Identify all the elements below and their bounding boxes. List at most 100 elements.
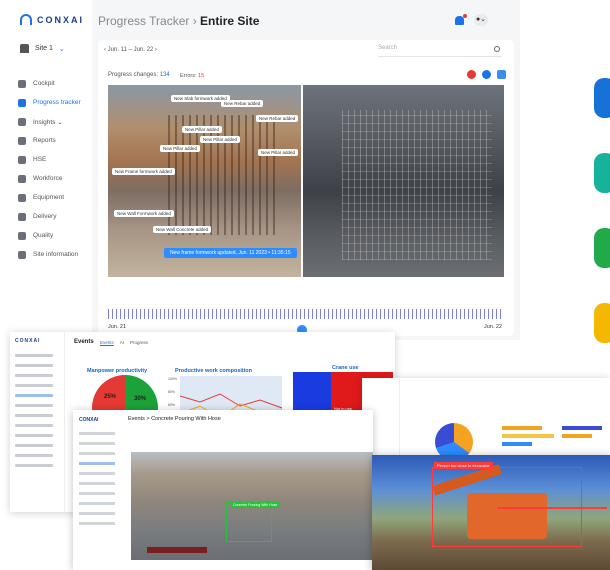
date-range-picker[interactable]: ‹ Jun. 11 – Jun. 22 › (104, 47, 157, 53)
manpower-chart-title: Manpower productivity (87, 368, 148, 374)
events-sidebar: CONXAI (10, 332, 65, 512)
sidebar-item[interactable] (15, 464, 53, 467)
sidebar-item[interactable] (79, 432, 115, 435)
tab-ai[interactable]: AI (120, 340, 124, 345)
marketing-collage: CONXAI Site 1 ⌄ Cockpit Progress tracker… (0, 0, 610, 570)
breadcrumb-section[interactable]: Progress Tracker (98, 14, 189, 28)
change-timeline[interactable] (108, 309, 504, 319)
errors-label: Errors: (180, 73, 197, 79)
user-menu-icon[interactable]: ●⌄ (474, 14, 488, 26)
sidebar-item-label: Cockpit (33, 80, 55, 87)
change-tag[interactable]: New Rebar added (221, 100, 264, 107)
change-tag[interactable]: New Wall Formwork added (114, 210, 174, 217)
sidebar-item[interactable] (15, 444, 53, 447)
sidebar-item[interactable] (79, 502, 115, 505)
sidebar-item[interactable] (15, 424, 53, 427)
workforce-icon (18, 174, 26, 183)
sidebar-item[interactable] (79, 522, 115, 525)
analytics-bar (502, 442, 532, 446)
progress-changes-label: Progress changes: (108, 72, 159, 78)
progress-changes-value: 134 (159, 72, 170, 78)
sidebar-item[interactable] (15, 374, 53, 377)
sidebar-item[interactable] (15, 354, 53, 357)
decorative-chip-teal (594, 153, 610, 193)
sidebar-item-quality[interactable]: Quality (18, 226, 92, 245)
change-tag[interactable]: New Rebar added (256, 115, 299, 122)
detection-label: Concrete Pouring With Hose (231, 502, 280, 508)
sidebar-item[interactable] (15, 384, 53, 387)
sidebar-nav: Cockpit Progress tracker Insights ⌄ Repo… (18, 74, 92, 264)
change-tag[interactable]: New Pillar added (182, 126, 223, 133)
excavator-safety-window: Person too close to excavator (372, 455, 610, 570)
sidebar-item-cockpit[interactable]: Cockpit (18, 74, 92, 93)
sidebar-item-site-information[interactable]: Site information (18, 245, 92, 264)
sidebar-item[interactable] (79, 442, 115, 445)
sidebar-item-hse[interactable]: HSE (18, 150, 92, 169)
change-tag[interactable]: New Pillar added (160, 145, 201, 152)
decorative-chip-yellow (594, 303, 610, 343)
series-line-red (180, 393, 282, 409)
pour-logo: CONXAI (79, 417, 99, 423)
sidebar-item[interactable] (79, 482, 115, 485)
events-logo: CONXAI (15, 338, 41, 344)
expand-icon[interactable] (497, 70, 506, 79)
sidebar-item[interactable] (15, 454, 53, 457)
notification-bell-icon[interactable] (455, 13, 467, 25)
y-tick-label: 100% (168, 377, 177, 381)
sidebar-item[interactable] (79, 472, 115, 475)
sidebar-item[interactable] (79, 492, 115, 495)
sidebar-item[interactable] (79, 512, 115, 515)
sidebar-item-workforce[interactable]: Workforce (18, 169, 92, 188)
comparison-slider-handle[interactable] (301, 85, 303, 277)
equipment-icon (18, 193, 26, 202)
sidebar-item[interactable] (79, 462, 115, 465)
decorative-chip-green (594, 228, 610, 268)
y-tick-label: 60% (168, 403, 176, 407)
change-tag[interactable]: New Pillar added (200, 136, 241, 143)
view-tools (467, 70, 506, 79)
tab-events[interactable]: Events (100, 340, 114, 345)
sidebar-item[interactable] (15, 364, 53, 367)
site-selector[interactable]: Site 1 ⌄ (20, 44, 65, 53)
errors-stat: Errors: 15 (180, 73, 204, 79)
delivery-icon (18, 212, 26, 221)
analytics-bar (502, 426, 542, 430)
sidebar-item-delivery[interactable]: Delivery (18, 207, 92, 226)
sidebar-item-reports[interactable]: Reports (18, 131, 92, 150)
sidebar-item[interactable] (79, 452, 115, 455)
change-tag[interactable]: New Frame formwork added (112, 168, 175, 175)
breadcrumb-separator: › (192, 14, 197, 28)
sidebar-item[interactable] (15, 414, 53, 417)
sidebar-item-label: HSE (33, 156, 47, 163)
scaffold-texture (342, 110, 492, 260)
site-label: Site 1 (35, 45, 53, 52)
sidebar-item-insights[interactable]: Insights ⌄ (18, 112, 92, 131)
sidebar-item-label: Delivery (33, 213, 57, 220)
sidebar-item-label: Insights ⌄ (33, 118, 63, 126)
errors-value: 15 (198, 73, 205, 79)
sidebar-item-label: Workforce (33, 175, 63, 182)
progress-tracker-window: CONXAI Site 1 ⌄ Cockpit Progress tracker… (0, 0, 520, 340)
camera-image-after (302, 85, 504, 277)
y-tick-label: 80% (168, 390, 176, 394)
pie-label-red: 25% (104, 394, 117, 400)
tab-progress[interactable]: Progress (130, 340, 148, 345)
pour-event-title: Events > Concrete Pouring With Hose (128, 416, 221, 422)
change-tag[interactable]: New Wall Concrete added (153, 226, 212, 233)
sidebar-item[interactable] (15, 394, 53, 397)
filter-icon[interactable] (482, 70, 491, 79)
search-input[interactable]: Search (378, 45, 502, 57)
sidebar: CONXAI Site 1 ⌄ Cockpit Progress tracker… (0, 0, 92, 340)
sidebar-item-equipment[interactable]: Equipment (18, 188, 92, 207)
progress-panel: ‹ Jun. 11 – Jun. 22 › Search Progress ch… (98, 40, 514, 336)
sidebar-item[interactable] (15, 404, 53, 407)
sidebar-item[interactable] (15, 434, 53, 437)
change-tag[interactable]: New Pillar added (258, 149, 299, 156)
event-timeline-strip[interactable] (147, 547, 207, 553)
grid-icon (18, 79, 26, 88)
record-icon[interactable] (467, 70, 476, 79)
rebar-texture (168, 115, 278, 235)
concrete-pouring-window: CONXAI Events > Concrete Pouring With Ho… (73, 410, 373, 570)
events-title: Events (74, 339, 94, 345)
sidebar-item-progress-tracker[interactable]: Progress tracker (18, 93, 92, 112)
